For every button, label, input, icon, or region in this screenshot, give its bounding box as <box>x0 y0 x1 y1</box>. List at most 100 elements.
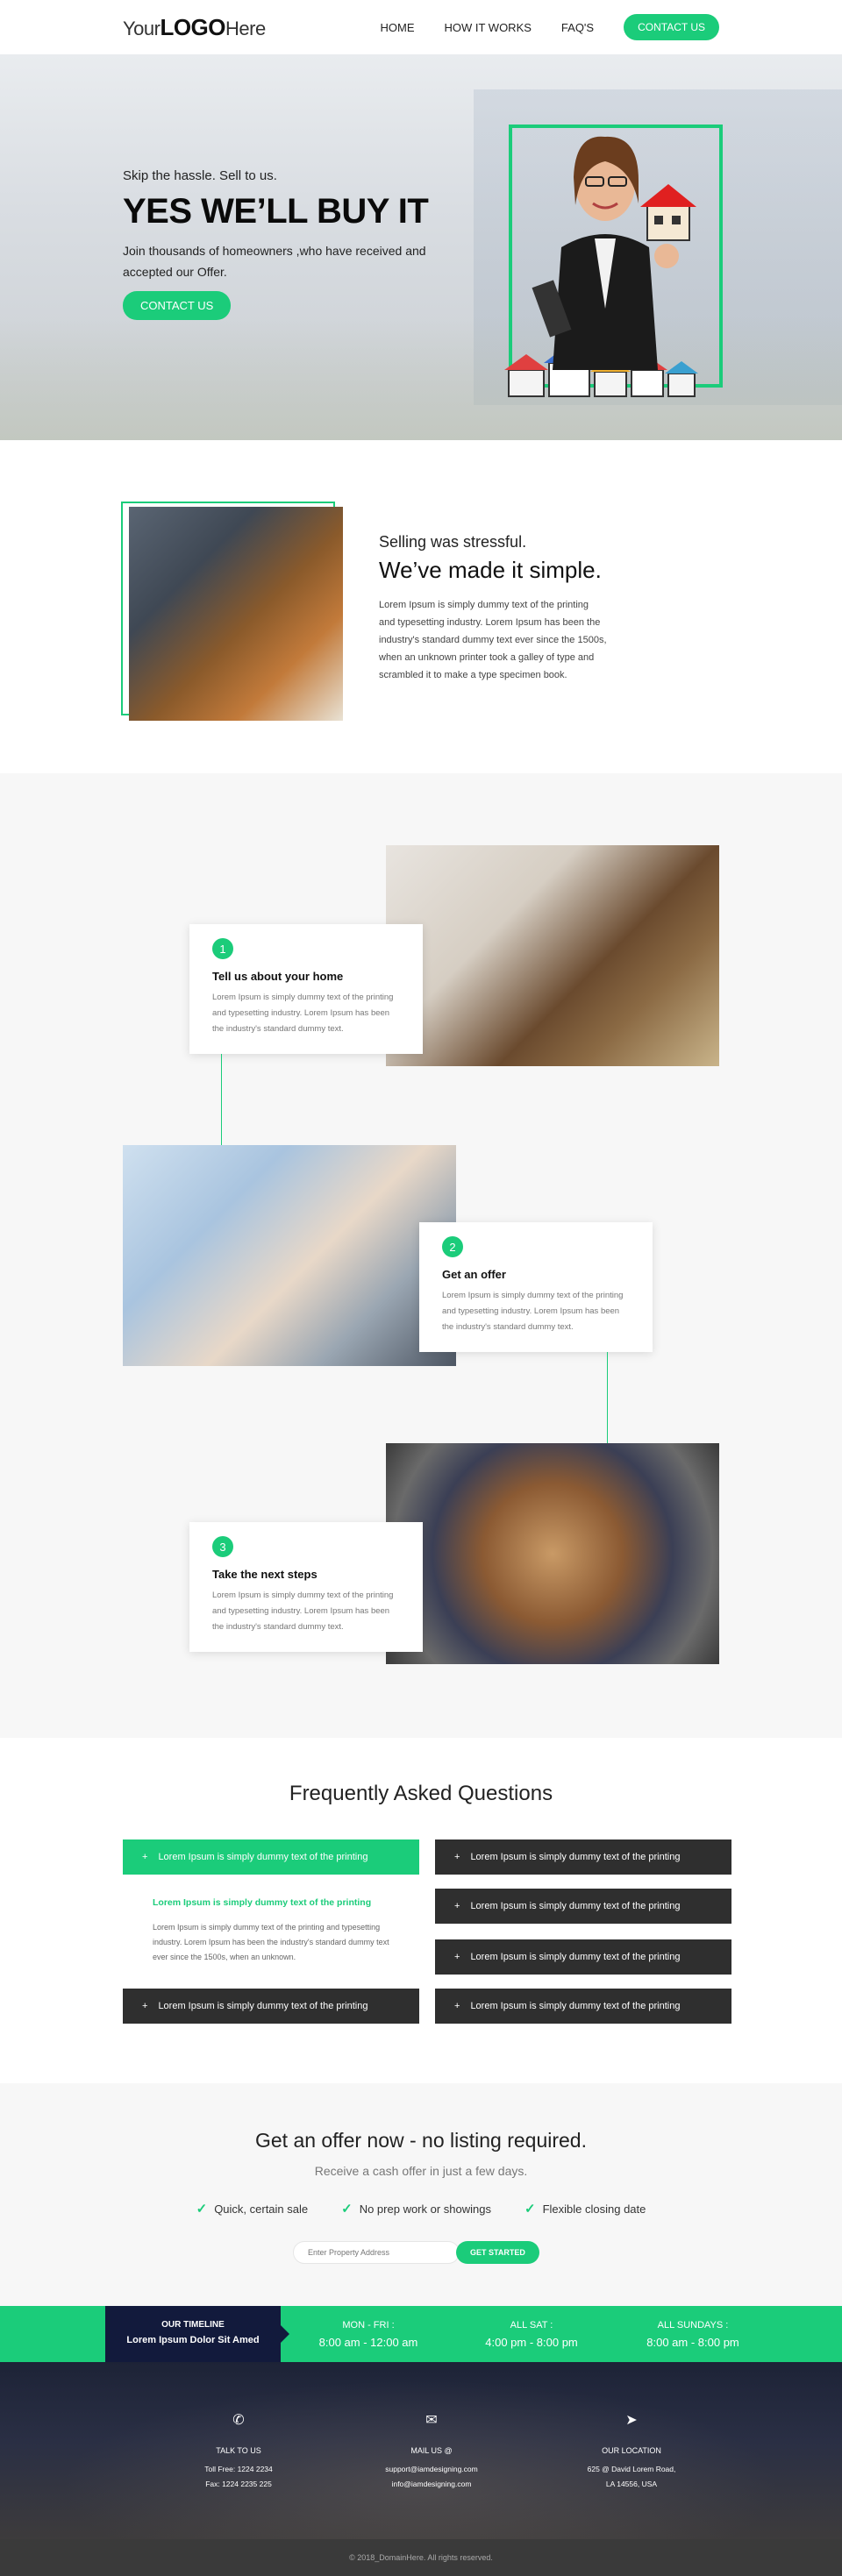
faq-item-6[interactable]: + Lorem Ipsum is simply dummy text of the… <box>435 1989 731 2024</box>
plus-icon: + <box>454 1852 460 1862</box>
offer-title: Get an offer now - no listing required. <box>254 2129 587 2152</box>
site-logo[interactable]: YourLOGOHere <box>123 14 266 41</box>
hours-time: 4:00 pm - 8:00 pm <box>485 2336 578 2349</box>
plus-icon: + <box>142 2001 148 2011</box>
contact-line: Toll Free: 1224 2234 <box>204 2465 273 2473</box>
offer-section: Get an offer now - no listing required. … <box>0 2083 842 2306</box>
contact-line: 625 @ David Lorem Road, <box>587 2465 676 2473</box>
site-header: YourLOGOHere HOME HOW IT WORKS FAQ'S CON… <box>0 0 842 54</box>
hero-agent-image <box>504 136 698 397</box>
intro-body: Lorem Ipsum is simply dummy text of the … <box>379 600 607 680</box>
faq-section: Frequently Asked Questions + Lorem Ipsum … <box>0 1738 842 2083</box>
contact-label: MAIL US @ <box>410 2446 453 2455</box>
faq-item-1[interactable]: + Lorem Ipsum is simply dummy text of the… <box>123 1839 419 1875</box>
check-icon: ✓ <box>341 2202 353 2217</box>
logo-pre: Your <box>123 17 161 39</box>
intro-title: We’ve made it simple. <box>379 557 602 583</box>
feature-item: ✓ No prep work or showings <box>341 2201 491 2217</box>
logo-post: Here <box>225 17 266 39</box>
get-started-button[interactable]: GET STARTED <box>456 2241 539 2264</box>
how-it-works-section: 1 Tell us about your home Lorem Ipsum is… <box>0 773 842 1738</box>
faq-item-5[interactable]: + Lorem Ipsum is simply dummy text of the… <box>435 1939 731 1975</box>
nav-how-it-works[interactable]: HOW IT WORKS <box>444 21 531 34</box>
nav-home[interactable]: HOME <box>380 21 414 34</box>
intro-section: Selling was stressful. We’ve made it sim… <box>0 440 842 773</box>
plus-icon: + <box>454 2001 460 2011</box>
hero-subtitle: Skip the hassle. Sell to us. <box>123 168 277 183</box>
hours-saturday: ALL SAT : 4:00 pm - 8:00 pm <box>453 2320 610 2349</box>
feature-item: ✓ Flexible closing date <box>524 2201 646 2217</box>
intro-meeting-image <box>129 507 343 721</box>
timeline-box: OUR TIMELINE Lorem Ipsum Dolor Sit Amed <box>105 2306 289 2362</box>
faq-item-label: Lorem Ipsum is simply dummy text of the … <box>470 1952 681 1962</box>
step-3-body: Lorem Ipsum is simply dummy text of the … <box>212 1590 394 1632</box>
hours-sunday: ALL SUNDAYS : 8:00 am - 8:00 pm <box>614 2320 772 2349</box>
check-icon: ✓ <box>524 2202 536 2217</box>
faq-item-label: Lorem Ipsum is simply dummy text of the … <box>470 2001 681 2011</box>
hours-day: ALL SAT : <box>510 2320 553 2330</box>
hero-section: Skip the hassle. Sell to us. YES WE’LL B… <box>0 54 842 440</box>
plus-icon: + <box>454 1952 460 1962</box>
feature-label: No prep work or showings <box>359 2202 491 2216</box>
copyright-text: © 2018_DomainHere. All rights reserved. <box>349 2553 493 2562</box>
offer-subtitle: Receive a cash offer in just a few days. <box>314 2164 528 2178</box>
contact-location: ➤ OUR LOCATION 625 @ David Lorem Road, L… <box>544 2411 719 2492</box>
step-1-title: Tell us about your home <box>212 970 344 983</box>
step-3-card: 3 Take the next steps Lorem Ipsum is sim… <box>189 1522 423 1652</box>
step-2-image <box>123 1145 456 1366</box>
contact-label: TALK TO US <box>216 2446 261 2455</box>
feature-item: ✓ Quick, certain sale <box>196 2201 309 2217</box>
faq-open-title: Lorem Ipsum is simply dummy text of the … <box>153 1897 372 1908</box>
send-icon: ➤ <box>625 2413 638 2428</box>
step-3-number: 3 <box>212 1536 233 1557</box>
offer-form: GET STARTED <box>293 2241 539 2264</box>
main-nav: HOME HOW IT WORKS FAQ'S CONTACT US <box>380 14 719 40</box>
header-contact-button[interactable]: CONTACT US <box>624 14 719 40</box>
faq-item-3[interactable]: + Lorem Ipsum is simply dummy text of the… <box>435 1839 731 1875</box>
contact-section: ✆ TALK TO US Toll Free: 1224 2234 Fax: 1… <box>0 2362 842 2539</box>
step-3-title: Take the next steps <box>212 1568 318 1581</box>
faq-item-label: Lorem Ipsum is simply dummy text of the … <box>470 1852 681 1862</box>
contact-line: LA 14556, USA <box>605 2480 658 2488</box>
faq-item-label: Lorem Ipsum is simply dummy text of the … <box>158 1852 368 1862</box>
hours-time: 8:00 am - 8:00 pm <box>646 2336 739 2349</box>
step-connector-2 <box>607 1352 608 1447</box>
plus-icon: + <box>142 1852 148 1862</box>
hero-text: Join thousands of homeowners ,who have r… <box>123 244 426 279</box>
faq-title: Frequently Asked Questions <box>289 1782 553 1805</box>
hours-day: MON - FRI : <box>342 2320 395 2330</box>
phone-icon: ✆ <box>232 2413 245 2428</box>
hours-bar: OUR TIMELINE Lorem Ipsum Dolor Sit Amed … <box>0 2306 842 2362</box>
intro-subtitle: Selling was stressful. <box>379 533 527 551</box>
step-1-image <box>386 845 719 1066</box>
mail-icon: ✉ <box>425 2413 438 2428</box>
faq-item-2[interactable]: + Lorem Ipsum is simply dummy text of the… <box>123 1989 419 2024</box>
step-2-card: 2 Get an offer Lorem Ipsum is simply dum… <box>419 1222 653 1352</box>
hero-contact-button[interactable]: CONTACT US <box>123 291 232 320</box>
hero-content: Skip the hassle. Sell to us. YES WE’LL B… <box>123 168 456 320</box>
check-icon: ✓ <box>196 2202 208 2217</box>
step-1-card: 1 Tell us about your home Lorem Ipsum is… <box>189 924 423 1054</box>
faq-item-1-content: Lorem Ipsum is simply dummy text of the … <box>153 1897 400 1965</box>
hours-weekday: MON - FRI : 8:00 am - 12:00 am <box>289 2320 447 2349</box>
logo-bold: LOGO <box>160 13 226 40</box>
faq-open-body: Lorem Ipsum is simply dummy text of the … <box>153 1923 389 1961</box>
timeline-label: OUR TIMELINE <box>161 2320 225 2330</box>
step-2-body: Lorem Ipsum is simply dummy text of the … <box>442 1291 624 1332</box>
step-3-image <box>386 1443 719 1664</box>
contact-email-link[interactable]: info@iamdesigning.com <box>344 2477 519 2492</box>
timeline-subtitle: Lorem Ipsum Dolor Sit Amed <box>126 2335 260 2345</box>
faq-item-label: Lorem Ipsum is simply dummy text of the … <box>158 2001 368 2011</box>
hero-title: YES WE’LL BUY IT <box>123 192 429 231</box>
step-2-number: 2 <box>442 1236 463 1257</box>
contact-phone: ✆ TALK TO US Toll Free: 1224 2234 Fax: 1… <box>151 2411 326 2492</box>
nav-faqs[interactable]: FAQ'S <box>561 21 594 34</box>
contact-email-link[interactable]: support@iamdesigning.com <box>344 2462 519 2477</box>
step-1-body: Lorem Ipsum is simply dummy text of the … <box>212 993 394 1034</box>
step-2-title: Get an offer <box>442 1268 506 1281</box>
faq-item-4[interactable]: + Lorem Ipsum is simply dummy text of the… <box>435 1889 731 1924</box>
property-address-input[interactable] <box>293 2241 460 2264</box>
plus-icon: + <box>454 1901 460 1911</box>
hours-time: 8:00 am - 12:00 am <box>318 2336 418 2349</box>
feature-label: Quick, certain sale <box>214 2202 309 2216</box>
